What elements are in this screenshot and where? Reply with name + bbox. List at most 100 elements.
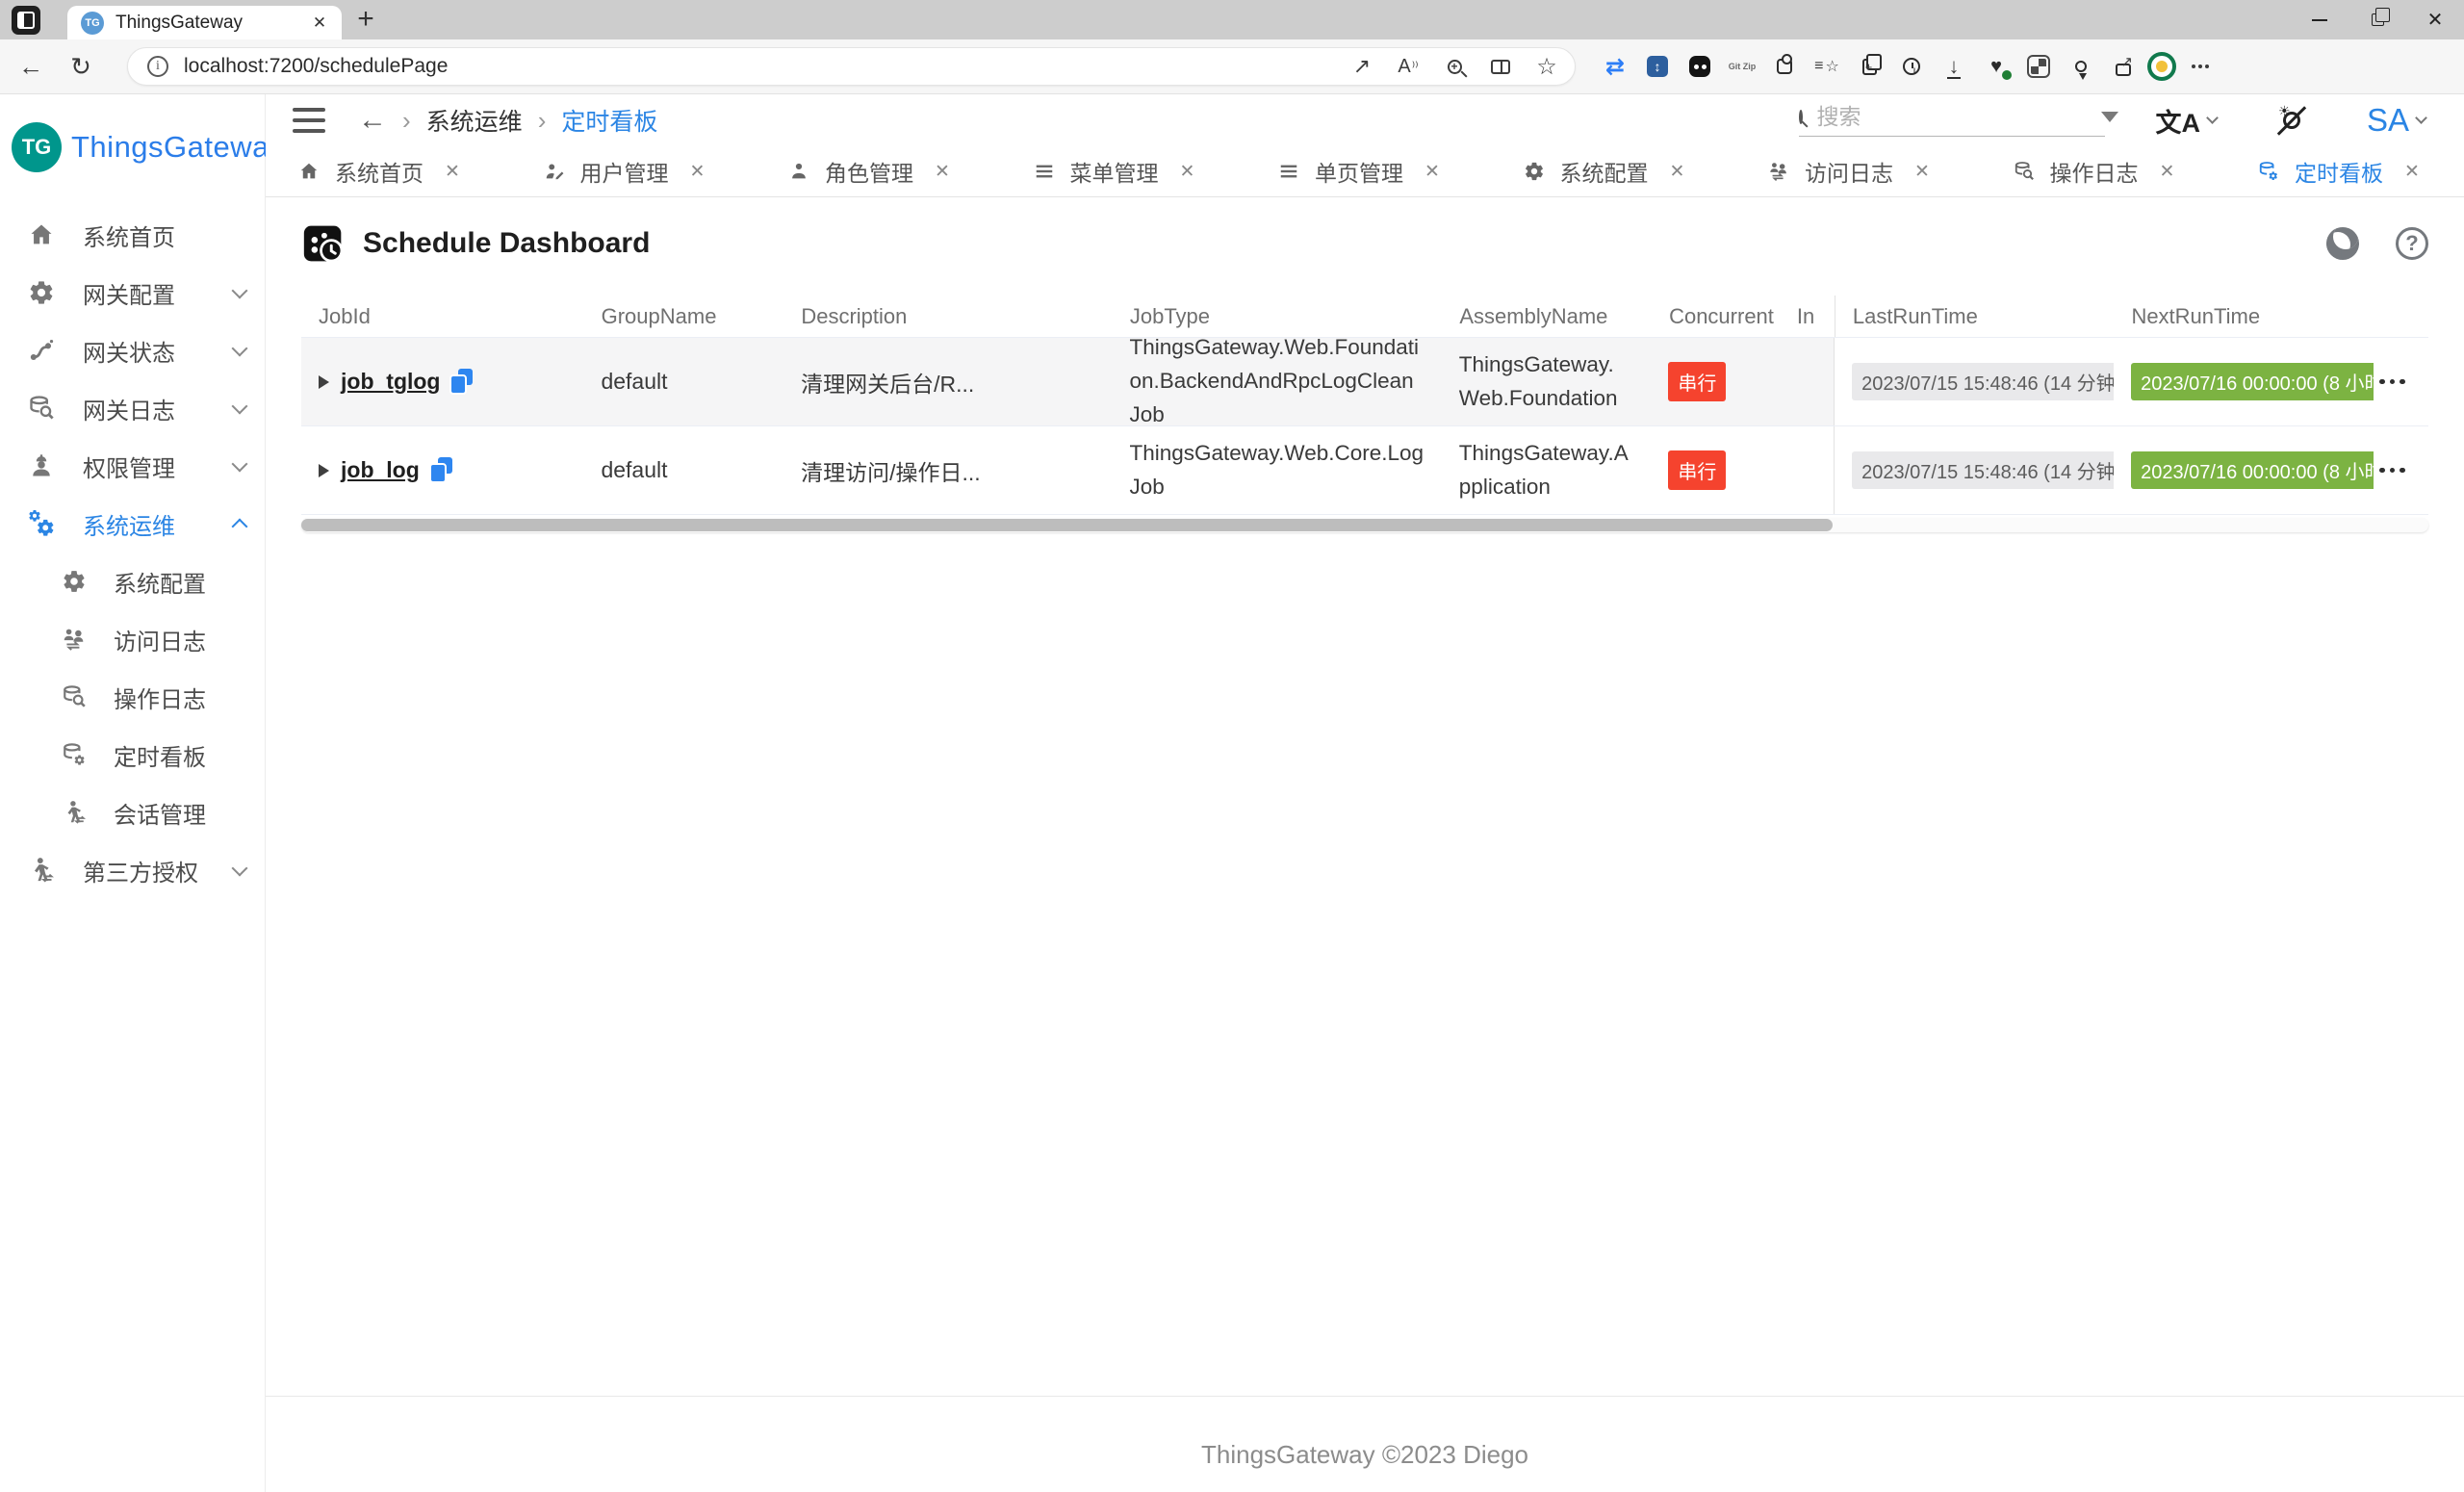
download-icon[interactable]	[1936, 50, 1972, 83]
sidebar-item-operation-logs[interactable]: 操作日志	[0, 668, 265, 726]
url-text[interactable]: localhost:7200/schedulePage	[184, 55, 1344, 78]
expand-row-icon[interactable]	[319, 464, 329, 477]
zoom-icon[interactable]: +	[1436, 50, 1473, 83]
sidebar-item-home[interactable]: 系统首页	[0, 206, 265, 264]
browser-tab[interactable]: TG ThingsGateway	[67, 6, 342, 39]
breadcrumb-separator: ›	[402, 106, 411, 136]
sidebar-item-gateway-config[interactable]: 网关配置	[0, 264, 265, 322]
tab-single-page-management[interactable]: 单页管理	[1276, 155, 1440, 188]
row-actions-menu-icon[interactable]	[2379, 379, 2405, 385]
tab-close-icon[interactable]	[1180, 161, 1195, 183]
column-header: NextRunTime	[2114, 296, 2374, 337]
tab-close-icon[interactable]	[935, 161, 950, 183]
horizontal-scrollbar[interactable]	[301, 518, 2428, 532]
tab-close-icon[interactable]	[2404, 161, 2420, 183]
tab-operation-logs[interactable]: 操作日志	[2012, 155, 2175, 188]
sidebar-item-schedule-dashboard[interactable]: 定时看板	[0, 726, 265, 784]
tab-close-icon[interactable]	[307, 11, 332, 36]
route-icon	[27, 336, 56, 365]
search-box[interactable]	[1799, 104, 2105, 137]
sidebar-item-third-party-auth[interactable]: 第三方授权	[0, 841, 265, 899]
expand-row-icon[interactable]	[319, 375, 329, 389]
back-icon[interactable]: ←	[12, 47, 50, 86]
more-options-icon[interactable]	[2182, 50, 2219, 83]
sidebar-item-system-ops[interactable]: 系统运维	[0, 495, 265, 553]
favorite-star-icon[interactable]	[1528, 50, 1565, 83]
close-button[interactable]	[2406, 0, 2464, 39]
app-header: ← › 系统运维 › 定时看板 文A SA	[266, 94, 2464, 146]
help-icon[interactable]	[2396, 227, 2428, 260]
sidebar-item-system-config[interactable]: 系统配置	[0, 553, 265, 610]
copy-icon[interactable]	[449, 369, 473, 395]
dark-extension-icon[interactable]	[1681, 50, 1718, 83]
search-icon	[1799, 110, 1803, 124]
table-row: job_log default 清理访问/操作日... ThingsGatewa…	[301, 426, 2428, 515]
health-extension-icon[interactable]	[1978, 50, 2015, 83]
tab-close-icon[interactable]	[690, 161, 706, 183]
tab-role-management[interactable]: 角色管理	[786, 155, 950, 188]
refresh-icon[interactable]: ↻	[62, 47, 100, 86]
sidebar-item-permissions[interactable]: 权限管理	[0, 437, 265, 495]
sidebar-item-gateway-logs[interactable]: 网关日志	[0, 379, 265, 437]
history-icon[interactable]	[1893, 50, 1930, 83]
tab-swap-extension-icon[interactable]	[1597, 50, 1633, 83]
app-logo[interactable]: TG ThingsGateway	[0, 116, 265, 179]
tab-system-home[interactable]: 系统首页	[296, 155, 460, 188]
search-dropdown-caret[interactable]	[2101, 112, 2118, 122]
browser-tab-bar: TG ThingsGateway	[0, 0, 2464, 39]
browser-toolbar: ← ↻ localhost:7200/schedulePage + Git Zi…	[0, 39, 2464, 94]
new-tab-button[interactable]	[349, 3, 382, 36]
job-id-link[interactable]: job_tglog	[341, 369, 440, 395]
sidebar-item-access-logs[interactable]: 访问日志	[0, 610, 265, 668]
back-arrow-icon[interactable]: ←	[358, 104, 387, 137]
interval-cell	[1792, 426, 1834, 514]
home-icon	[296, 159, 321, 184]
scrollbar-thumb[interactable]	[301, 519, 1833, 531]
minimize-button[interactable]	[2291, 0, 2348, 39]
tab-close-icon[interactable]	[1914, 161, 1930, 183]
pin-extension-icon[interactable]	[2063, 50, 2099, 83]
split-screen-icon[interactable]	[1482, 50, 1519, 83]
open-external-icon[interactable]	[1344, 50, 1380, 83]
browser-profile-avatar[interactable]	[2147, 52, 2176, 81]
dark-mode-icon[interactable]	[2326, 227, 2359, 260]
logo-text: ThingsGateway	[71, 130, 285, 165]
tab-close-icon[interactable]	[1670, 161, 1685, 183]
person-arrows-icon	[60, 798, 89, 827]
tab-menu-management[interactable]: 菜单管理	[1032, 155, 1195, 188]
blue-box-extension-icon[interactable]	[1639, 50, 1676, 83]
breadcrumb-item[interactable]: 系统运维	[426, 103, 523, 138]
share-icon[interactable]	[2105, 50, 2142, 83]
read-aloud-icon[interactable]	[1390, 50, 1426, 83]
tab-access-logs[interactable]: 访问日志	[1766, 155, 1930, 188]
tab-close-icon[interactable]	[2160, 161, 2175, 183]
search-input[interactable]	[1816, 104, 2101, 130]
hamburger-menu-icon[interactable]	[293, 108, 325, 133]
tab-system-config[interactable]: 系统配置	[1522, 155, 1685, 188]
language-switcher[interactable]: 文A	[2155, 102, 2217, 140]
job-id-link[interactable]: job_log	[341, 457, 420, 483]
tab-close-icon[interactable]	[1424, 161, 1440, 183]
tab-schedule-dashboard[interactable]: 定时看板	[2256, 155, 2420, 188]
sidebar-item-session-management[interactable]: 会话管理	[0, 784, 265, 841]
workspaces-icon[interactable]	[12, 6, 40, 35]
column-header: GroupName	[584, 296, 784, 337]
collections-icon[interactable]	[1809, 50, 1845, 83]
tab-user-management[interactable]: 用户管理	[542, 155, 706, 188]
restore-button[interactable]	[2348, 0, 2406, 39]
sidebar-item-gateway-status[interactable]: 网关状态	[0, 322, 265, 379]
header-actions: 文A SA	[1799, 102, 2426, 140]
gitzip-extension-icon[interactable]: Git Zip	[1724, 50, 1760, 83]
user-avatar[interactable]: SA	[2367, 102, 2426, 139]
gears-icon	[27, 509, 56, 538]
breadcrumb-item-current[interactable]: 定时看板	[561, 103, 657, 138]
apps-grid-icon[interactable]	[2020, 50, 2057, 83]
theme-toggle-icon[interactable]	[2274, 103, 2309, 138]
row-actions-menu-icon[interactable]	[2379, 468, 2405, 474]
address-bar[interactable]: localhost:7200/schedulePage +	[127, 47, 1576, 86]
site-info-icon[interactable]	[147, 56, 168, 77]
puzzle-extension-icon[interactable]	[1766, 50, 1803, 83]
copy-icon[interactable]	[429, 457, 452, 483]
tab-close-icon[interactable]	[445, 161, 460, 183]
copy-plus-icon[interactable]	[1851, 50, 1887, 83]
